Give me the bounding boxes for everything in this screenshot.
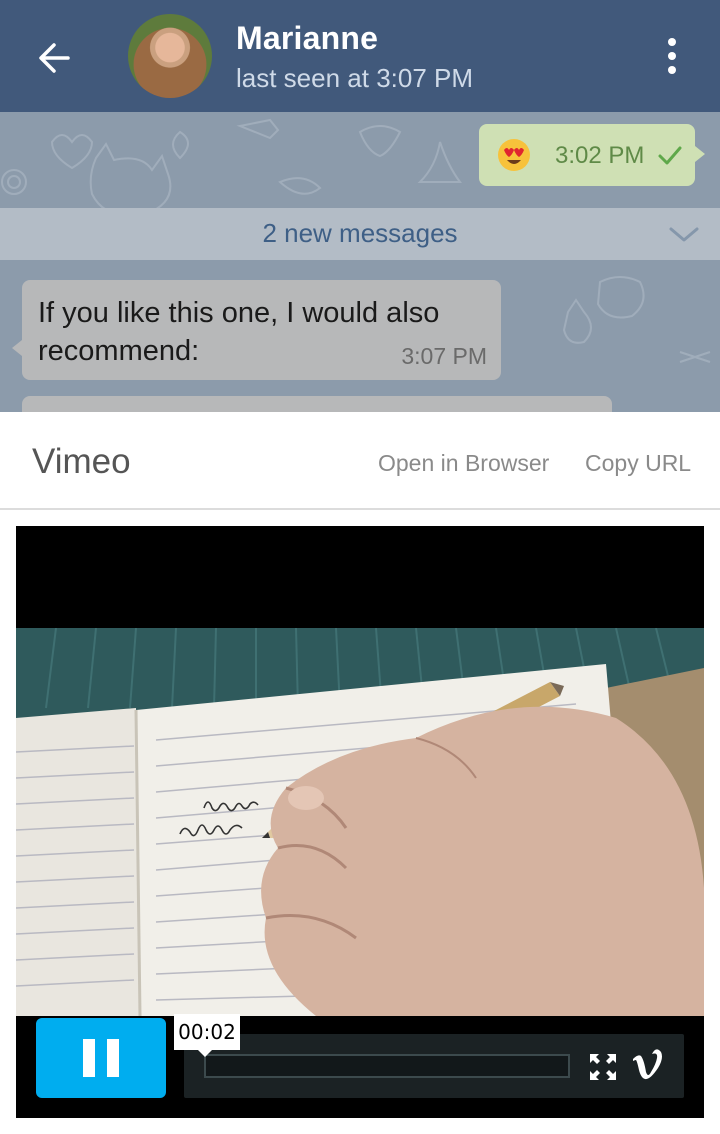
arrow-left-icon[interactable]	[34, 38, 74, 78]
chat-area[interactable]: 3:02 PM 2 new messages If you like this …	[0, 112, 720, 412]
pause-icon	[107, 1039, 119, 1077]
outgoing-message[interactable]: 3:02 PM	[479, 124, 705, 186]
vimeo-logo-icon[interactable]	[630, 1048, 664, 1082]
open-in-browser-button[interactable]: Open in Browser	[378, 450, 549, 477]
pause-button[interactable]	[36, 1018, 166, 1098]
last-seen-status: last seen at 3:07 PM	[236, 63, 474, 93]
incoming-message[interactable]: If you like this one, I would also recom…	[12, 280, 501, 380]
more-vertical-icon[interactable]	[660, 36, 684, 76]
new-messages-label: 2 new messages	[262, 218, 458, 248]
contact-name[interactable]: Marianne	[236, 20, 378, 57]
chat-header: Marianne last seen at 3:07 PM	[0, 0, 720, 112]
divider	[0, 508, 720, 510]
check-icon	[658, 146, 682, 165]
heart-eyes-emoji-icon	[498, 139, 530, 171]
incoming-message-time: 3:07 PM	[401, 343, 487, 369]
video-frame[interactable]	[16, 628, 704, 1016]
new-messages-divider[interactable]: 2 new messages	[0, 208, 720, 260]
player-controls	[184, 1034, 684, 1098]
pause-icon	[83, 1039, 95, 1077]
progress-bar[interactable]	[204, 1054, 570, 1078]
chevron-down-icon[interactable]	[668, 224, 700, 244]
incoming-link-message[interactable]	[22, 396, 612, 412]
embed-title: Vimeo	[32, 442, 131, 481]
current-time-tooltip: 00:02	[174, 1014, 240, 1057]
copy-url-button[interactable]: Copy URL	[585, 450, 691, 477]
video-player[interactable]: 00:02	[16, 526, 704, 1118]
outgoing-message-time: 3:02 PM	[555, 142, 645, 169]
avatar[interactable]	[128, 14, 212, 98]
fullscreen-icon[interactable]	[588, 1052, 618, 1082]
embed-sheet: Vimeo Open in Browser Copy URL 00:02	[0, 412, 720, 1134]
